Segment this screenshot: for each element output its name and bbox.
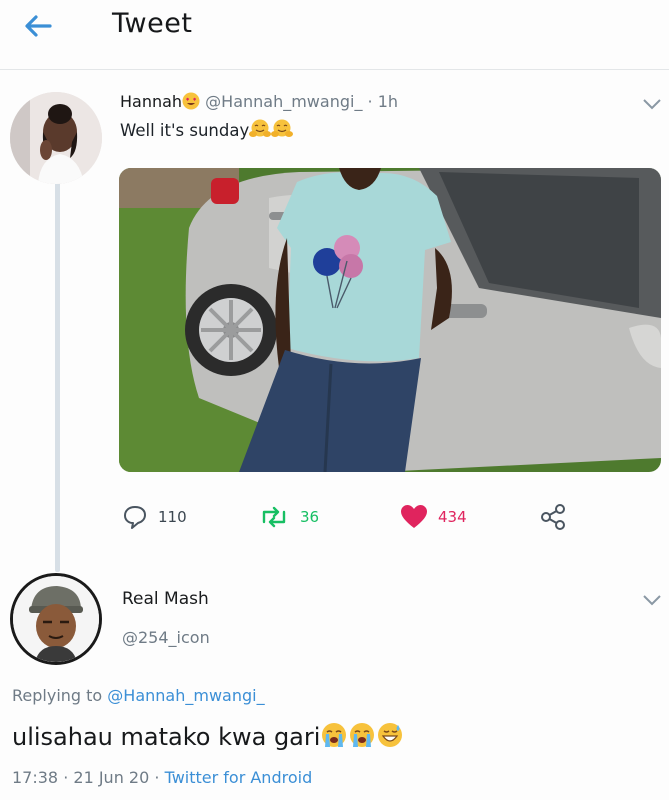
- reply-source-link[interactable]: Twitter for Android: [165, 768, 313, 787]
- like-count: 434: [438, 508, 467, 526]
- avatar-hannah[interactable]: [10, 92, 102, 184]
- tweet-media-photo[interactable]: [119, 168, 661, 472]
- tweet-body: Well it's sunday: [120, 121, 250, 140]
- photo-woman-by-car: [119, 168, 661, 472]
- chevron-down-icon: [643, 99, 661, 110]
- retweet-icon: [262, 506, 286, 528]
- replying-to-line: Replying to @Hannah_mwangi_: [12, 686, 265, 705]
- reply-author-name[interactable]: Real Mash: [122, 589, 209, 609]
- reply-time: 17:38: [12, 768, 59, 787]
- share-action[interactable]: [540, 502, 568, 532]
- retweet-action[interactable]: 36: [258, 502, 319, 532]
- hugging-emoji-icon: [249, 119, 272, 137]
- tweet-options-button[interactable]: [640, 96, 664, 112]
- chevron-down-icon: [643, 595, 661, 606]
- loudly-crying-emoji-icon: [322, 723, 347, 747]
- tweet-text: Well it's sunday: [120, 119, 294, 140]
- profile-photo: [13, 576, 99, 662]
- reply-body: ulisahau matako kwa gari: [12, 723, 321, 751]
- author-handle[interactable]: @Hannah_mwangi_: [205, 92, 362, 111]
- reply-footer: 17:38 · 21 Jun 20 · Twitter for Android: [12, 768, 312, 787]
- tweet-meta: Hannah @Hannah_mwangi_ · 1h: [120, 92, 398, 111]
- heart-icon: [401, 505, 427, 528]
- back-button[interactable]: [16, 8, 60, 44]
- tweet-time: 1h: [377, 92, 399, 111]
- arrow-left-icon: [25, 15, 52, 37]
- replying-to-link[interactable]: @Hannah_mwangi_: [107, 686, 264, 705]
- reply-date: 21 Jun 20: [73, 768, 150, 787]
- author-name[interactable]: Hannah: [120, 92, 182, 111]
- comment-icon: [124, 506, 146, 529]
- grinning-sweat-emoji-icon: [378, 723, 403, 747]
- replying-prefix: Replying to: [12, 686, 103, 705]
- hugging-emoji-icon: [271, 119, 294, 137]
- meta-separator: ·: [367, 92, 373, 111]
- share-icon: [541, 504, 565, 530]
- loudly-crying-emoji-icon: [350, 723, 375, 747]
- reply-author-handle[interactable]: @254_icon: [122, 628, 210, 647]
- retweet-count: 36: [300, 508, 320, 526]
- reply-count: 110: [158, 508, 187, 526]
- profile-photo: [10, 92, 102, 184]
- reply-options-button[interactable]: [640, 592, 664, 608]
- thread-connector-line: [55, 182, 60, 572]
- heart-eyes-emoji-icon: [182, 92, 200, 110]
- footer-separator: ·: [154, 768, 160, 787]
- avatar-real-mash[interactable]: [10, 573, 102, 665]
- like-action[interactable]: 434: [400, 502, 467, 532]
- footer-separator: ·: [63, 768, 69, 787]
- reply-action[interactable]: 110: [122, 502, 187, 532]
- top-app-bar: Tweet: [0, 0, 669, 70]
- reply-text: ulisahau matako kwa gari: [12, 722, 404, 751]
- page-title: Tweet: [112, 8, 193, 39]
